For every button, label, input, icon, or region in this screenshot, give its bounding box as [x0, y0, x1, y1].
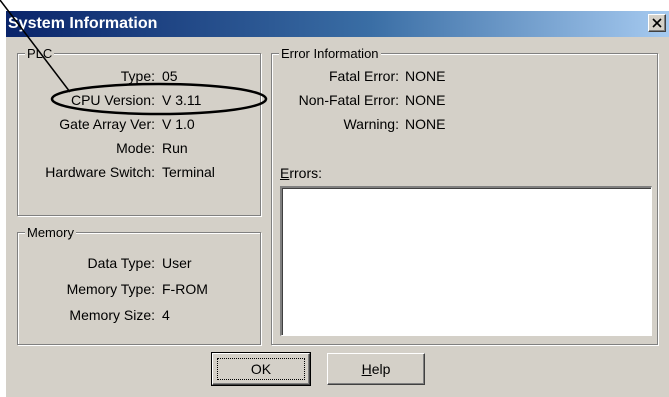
errors-list[interactable] — [280, 186, 652, 336]
memory-size-label: Memory Size: — [69, 307, 155, 323]
help-button-label-rest: elp — [371, 361, 391, 377]
memory-group-label: Memory — [25, 225, 76, 240]
help-button[interactable]: Help — [327, 353, 425, 385]
ok-focus-rect — [217, 358, 305, 380]
mode-value: Run — [162, 140, 188, 156]
memory-type-label: Memory Type: — [66, 281, 155, 297]
help-button-accel: H — [361, 361, 372, 377]
data-type-label: Data Type: — [87, 255, 155, 271]
title-bar: System Information — [6, 11, 669, 37]
system-information-dialog: System Information PLC Type: 05 CPU Vers… — [5, 10, 669, 397]
plc-group-label: PLC — [25, 46, 55, 61]
hardware-switch-label: Hardware Switch: — [45, 164, 155, 180]
errors-label: Errors: — [280, 165, 322, 181]
mode-label: Mode: — [116, 140, 155, 156]
cpu-version-value: V 3.11 — [162, 92, 202, 108]
ok-button[interactable]: OK — [211, 352, 311, 386]
data-type-value: User — [162, 255, 192, 271]
memory-size-value: 4 — [162, 307, 170, 323]
close-icon — [652, 18, 662, 28]
non-fatal-error-value: NONE — [405, 92, 446, 108]
gate-array-value: V 1.0 — [162, 116, 195, 132]
type-label: Type: — [120, 68, 155, 84]
fatal-error-label: Fatal Error: — [328, 68, 399, 84]
fatal-error-value: NONE — [405, 68, 446, 84]
errors-label-rest: rrors: — [289, 165, 323, 181]
window-title: System Information — [8, 15, 158, 32]
hardware-switch-value: Terminal — [162, 164, 215, 180]
memory-type-value: F-ROM — [162, 281, 208, 297]
error-information-group-label: Error Information — [279, 46, 381, 61]
type-value: 05 — [162, 68, 178, 84]
warning-label: Warning: — [343, 116, 399, 132]
cpu-version-label: CPU Version: — [70, 92, 155, 108]
warning-value: NONE — [405, 116, 446, 132]
non-fatal-error-label: Non-Fatal Error: — [298, 92, 399, 108]
errors-label-accel: E — [280, 165, 290, 181]
gate-array-label: Gate Array Ver: — [59, 116, 155, 132]
close-button[interactable] — [648, 14, 666, 32]
